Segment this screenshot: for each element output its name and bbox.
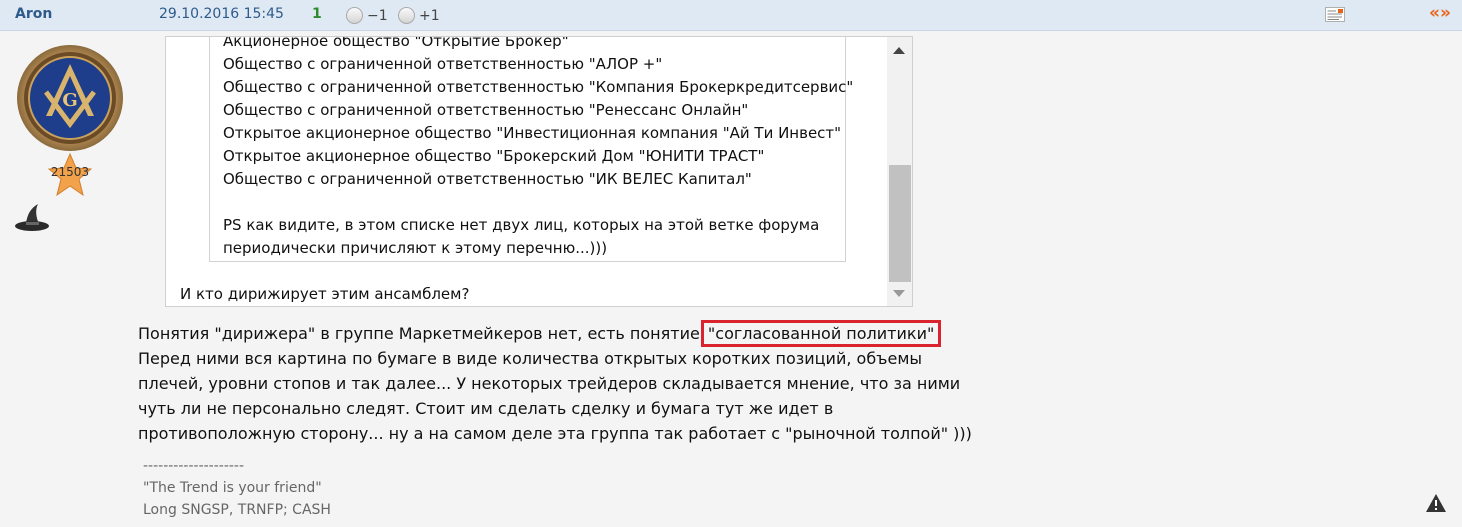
highlighted-phrase: "согласованной политики": [700, 320, 942, 347]
scrollbar-thumb[interactable]: [889, 165, 911, 282]
nested-quote-line: Акционерное общество "Открытие Брокер": [223, 36, 569, 50]
masonic-emblem-avatar[interactable]: G: [16, 44, 124, 152]
scroll-up-arrow-icon[interactable]: [893, 47, 905, 54]
reply-line: противоположную сторону... ну а на самом…: [138, 424, 972, 443]
nested-quote-lines: Акционерное общество "Открытие Брокер" О…: [223, 36, 854, 260]
nested-quote-line: Общество с ограниченной ответственностью…: [223, 170, 752, 188]
nested-quote-line: Открытое акционерное общество "Инвестици…: [223, 124, 842, 142]
warning-icon[interactable]: [1425, 493, 1447, 513]
reply-line-start: Понятия "дирижера" в группе Маркетмейкер…: [138, 324, 705, 343]
reply-line: чуть ли не персонально следят. Стоит им …: [138, 399, 834, 418]
signature-line: Long SNGSP, TRNFP; CASH: [143, 502, 331, 518]
quote-scrollbar[interactable]: [887, 37, 912, 306]
quoted-question: И кто дирижирует этим ансамблем?: [180, 285, 470, 303]
vote-minus-label: −1: [367, 7, 388, 24]
vote-minus-radio[interactable]: [346, 7, 363, 24]
reply-line: Перед ними вся картина по бумаге в виде …: [138, 349, 923, 368]
user-score: 21503: [50, 165, 90, 179]
nested-quote-line: Общество с ограниченной ответственностью…: [223, 101, 749, 119]
reply-text: Понятия "дирижера" в группе Маркетмейкер…: [138, 320, 972, 446]
user-signature: -------------------- "The Trend is your …: [143, 455, 331, 521]
scroll-down-arrow-icon[interactable]: [893, 290, 905, 297]
quote-box: Акционерное общество "Открытие Брокер" О…: [165, 36, 913, 307]
signature-line: "The Trend is your friend": [143, 480, 322, 496]
nested-quote-line: Открытое акционерное общество "Брокерски…: [223, 147, 765, 165]
nested-quote-line: [223, 191, 853, 214]
vote-plus-option[interactable]: +1: [398, 7, 440, 24]
vote-plus-radio[interactable]: [398, 7, 415, 24]
post-datetime[interactable]: 29.10.2016 15:45: [159, 6, 284, 22]
post-header: Aron 29.10.2016 15:45 1 −1 +1 «»: [0, 0, 1462, 31]
document-icon[interactable]: [1325, 7, 1345, 22]
nested-quote-line: Общество с ограниченной ответственностью…: [223, 55, 663, 73]
signature-divider: --------------------: [143, 458, 245, 474]
vote-plus-label: +1: [419, 7, 440, 24]
author-name[interactable]: Aron: [15, 6, 52, 22]
nested-quote-line: периодически причисляют к этому перечню.…: [223, 239, 608, 257]
nested-quote-line: PS как видите, в этом списке нет двух ли…: [223, 216, 820, 234]
reply-line: плечей, уровни стопов и так далее... У н…: [138, 374, 961, 393]
quote-icon[interactable]: «»: [1429, 3, 1451, 23]
nested-quote-line: Общество с ограниченной ответственностью…: [223, 78, 854, 96]
post-rating: 1: [312, 6, 322, 22]
wizard-hat-icon: [15, 204, 49, 231]
vote-minus-option[interactable]: −1: [346, 7, 388, 24]
reply-line: Понятия "дирижера" в группе Маркетмейкер…: [138, 320, 972, 347]
svg-text:G: G: [62, 90, 77, 111]
nested-quote-box: Акционерное общество "Открытие Брокер" О…: [209, 37, 853, 262]
